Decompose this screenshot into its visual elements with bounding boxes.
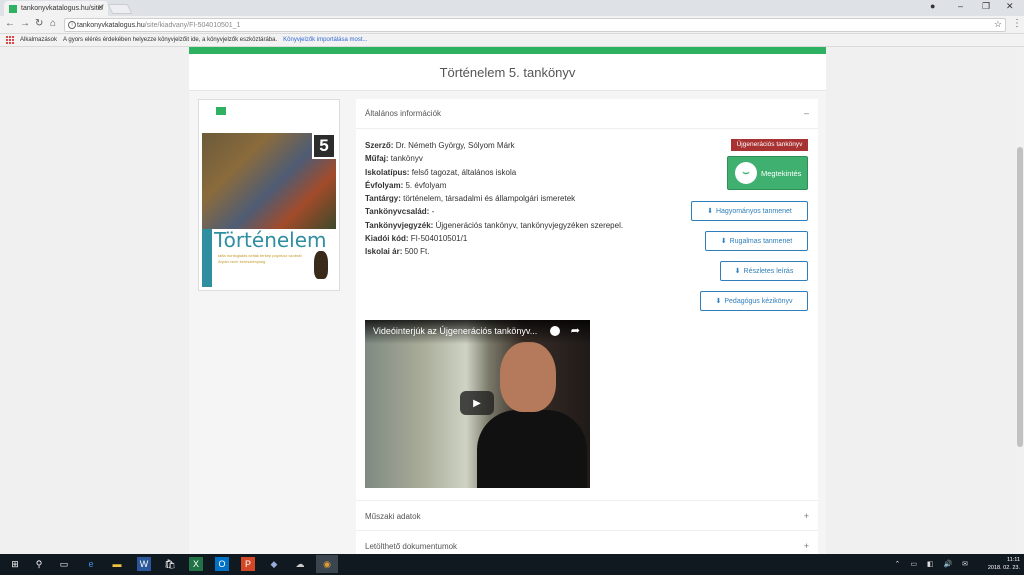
book-cover[interactable]: 5 Történelem tafta honfoglalás kelták té… [198, 99, 340, 291]
content-area: 5 Történelem tafta honfoglalás kelták té… [189, 91, 826, 554]
new-tab-button[interactable] [107, 4, 133, 14]
tab-strip: tankonyvkatalogus.hu/site/ ✕ ● – ❐ ✕ [0, 0, 1024, 16]
menu-icon[interactable]: ⋮ [1012, 18, 1022, 29]
download-traditional-plan-button[interactable]: ⬇ Hagyományos tanmenet [691, 201, 808, 221]
info-icon[interactable]: i [68, 21, 76, 29]
field-publisher-code: Kiadói kód: FI-504010501/1 [365, 234, 468, 244]
cover-title: Történelem [214, 228, 327, 252]
file-explorer-icon[interactable]: ▬ [110, 557, 124, 571]
page-viewport: Történelem 5. tankönyv 5 Történelem taft… [0, 47, 1016, 554]
view-logo-icon: ⌣ [735, 162, 757, 184]
word-icon[interactable]: W [137, 557, 151, 571]
outlook-icon[interactable]: O [215, 557, 229, 571]
apps-icon[interactable] [6, 36, 14, 44]
site-favicon-icon [9, 4, 17, 13]
clock-time: 11:11 [1007, 557, 1020, 563]
video-person-body [477, 410, 587, 488]
edge-icon[interactable]: e [84, 557, 98, 571]
field-price: Iskolai ár: 500 Ft. [365, 247, 430, 257]
forward-arrow-icon[interactable]: → [20, 18, 30, 29]
bookmarks-bar: Alkalmazások A gyors elérés érdekében he… [0, 34, 1024, 47]
download-icon: ⬇ [734, 268, 741, 275]
app-icon[interactable]: ☁ [293, 557, 307, 571]
download-flexible-plan-button[interactable]: ⬇ Rugalmas tanmenet [705, 231, 808, 251]
bookmark-star-icon[interactable]: ☆ [994, 19, 1002, 30]
accordion-downloadable-docs[interactable]: Letölthető dokumentumok + [356, 530, 818, 554]
cover-grade-number: 5 [312, 133, 336, 159]
browser-tab[interactable]: tankonyvkatalogus.hu/site/ ✕ [4, 1, 108, 16]
reload-icon[interactable]: ↻ [35, 18, 43, 29]
expand-icon[interactable]: + [804, 511, 809, 521]
close-window-icon[interactable]: ✕ [1006, 1, 1014, 12]
field-book-family: Tankönyvcsalád: - [365, 207, 435, 217]
address-bar[interactable]: i tankonyvkatalogus.hu/site/kiadvany/FI-… [64, 18, 1006, 32]
info-fields: Szerző: Dr. Németh György, Sólyom Márk M… [365, 139, 665, 259]
new-generation-badge: Újgenerációs tankönyv [731, 139, 808, 151]
minimize-icon[interactable]: – [958, 1, 963, 11]
download-teacher-guide-button[interactable]: ⬇ Pedagógus kézikönyv [700, 291, 808, 311]
clock-date: 2018. 02. 23. [987, 565, 1020, 571]
download-description-button[interactable]: ⬇ Részletes leírás [720, 261, 808, 281]
home-icon[interactable]: ⌂ [50, 18, 56, 29]
field-author: Szerző: Dr. Németh György, Sólyom Márk [365, 141, 515, 150]
start-windows-icon[interactable]: ⊞ [8, 557, 22, 571]
browser-toolbar: ← → ↻ ⌂ i tankonyvkatalogus.hu/site/kiad… [0, 16, 1024, 34]
scrollbar-thumb[interactable] [1017, 147, 1023, 447]
product-card: Történelem 5. tankönyv 5 Történelem taft… [189, 47, 826, 554]
powerpoint-icon[interactable]: P [241, 557, 255, 571]
video-person-face [500, 342, 556, 412]
view-button-label: Megtekintés [761, 168, 802, 178]
download-icon: ⬇ [715, 298, 722, 305]
cover-image: 5 Történelem tafta honfoglalás kelták té… [202, 103, 336, 287]
download-icon: ⬇ [720, 238, 727, 245]
field-subject: Tantárgy: történelem, társadalmi és álla… [365, 194, 576, 204]
field-genre: Műfaj: tankönyv [365, 154, 423, 164]
video-player[interactable]: Videóinterjúk az Újgenerációs tankönyv..… [365, 320, 590, 488]
expand-icon[interactable]: + [804, 541, 809, 551]
url-host: tankonyvkatalogus.hu [77, 21, 145, 29]
field-grade: Évfolyam: 5. évfolyam [365, 180, 447, 190]
field-school-type: Iskolatípus: felső tagozat, általános is… [365, 167, 517, 177]
view-button[interactable]: ⌣ Megtekintés [727, 156, 808, 190]
back-arrow-icon[interactable]: ← [5, 18, 15, 29]
store-icon[interactable]: 🛍 [163, 557, 177, 571]
share-icon[interactable]: ➦ [571, 324, 580, 337]
task-view-icon[interactable]: ▭ [57, 557, 71, 571]
excel-icon[interactable]: X [189, 557, 203, 571]
vase-icon [314, 251, 328, 279]
profile-icon[interactable]: ● [930, 1, 935, 11]
close-tab-icon[interactable]: ✕ [97, 3, 104, 12]
general-info-header[interactable]: Általános információk – [356, 99, 818, 129]
bookmarks-hint: A gyors elérés érdekében helyezze könyvj… [63, 37, 278, 43]
tab-title: tankonyvkatalogus.hu/site/ [21, 5, 104, 12]
page-scrollbar[interactable] [1016, 47, 1024, 554]
app-icon[interactable]: ◆ [267, 557, 281, 571]
info-panel: Általános információk – Szerző: Dr. Néme… [356, 99, 818, 554]
system-tray-icons[interactable]: ⌃ ▭ ◧ 🔊 ✉ [895, 560, 972, 568]
cover-words: tafta honfoglalás kelták térkép papirusz… [218, 253, 302, 264]
chrome-icon[interactable]: ◉ [316, 555, 338, 573]
field-book-list: Tankönyvjegyzék: Újgenerációs tankönyv, … [365, 220, 624, 230]
accordion-label: Letölthető dokumentumok [365, 542, 458, 551]
search-icon[interactable]: ⚲ [32, 557, 46, 571]
accordion-technical-data[interactable]: Műszaki adatok + [356, 500, 818, 530]
clock[interactable]: 11:11 2018. 02. 23. [988, 556, 1020, 572]
import-bookmarks-link[interactable]: Könyvjelzők importálása most... [283, 37, 367, 43]
download-icon: ⬇ [707, 208, 713, 215]
accordion-label: Műszaki adatok [365, 512, 421, 521]
url-path: /site/kiadvany/FI-504010501_1 [144, 21, 241, 29]
publisher-logo-icon [216, 107, 226, 115]
page-title: Történelem 5. tankönyv [439, 65, 576, 80]
collapse-icon[interactable]: – [804, 108, 809, 118]
taskbar: ⊞ ⚲ ▭ e ▬ W 🛍 X O P ◆ ☁ ◉ ⌃ ▭ ◧ 🔊 ✉ 11:1… [0, 554, 1024, 575]
watch-later-icon[interactable] [550, 326, 560, 336]
restore-icon[interactable]: ❐ [982, 1, 990, 12]
play-icon[interactable]: ▶ [460, 391, 494, 415]
brand-bar [189, 47, 826, 54]
general-info-title: Általános információk [365, 109, 442, 118]
apps-link[interactable]: Alkalmazások [20, 37, 57, 43]
cover-stripe [202, 229, 212, 287]
